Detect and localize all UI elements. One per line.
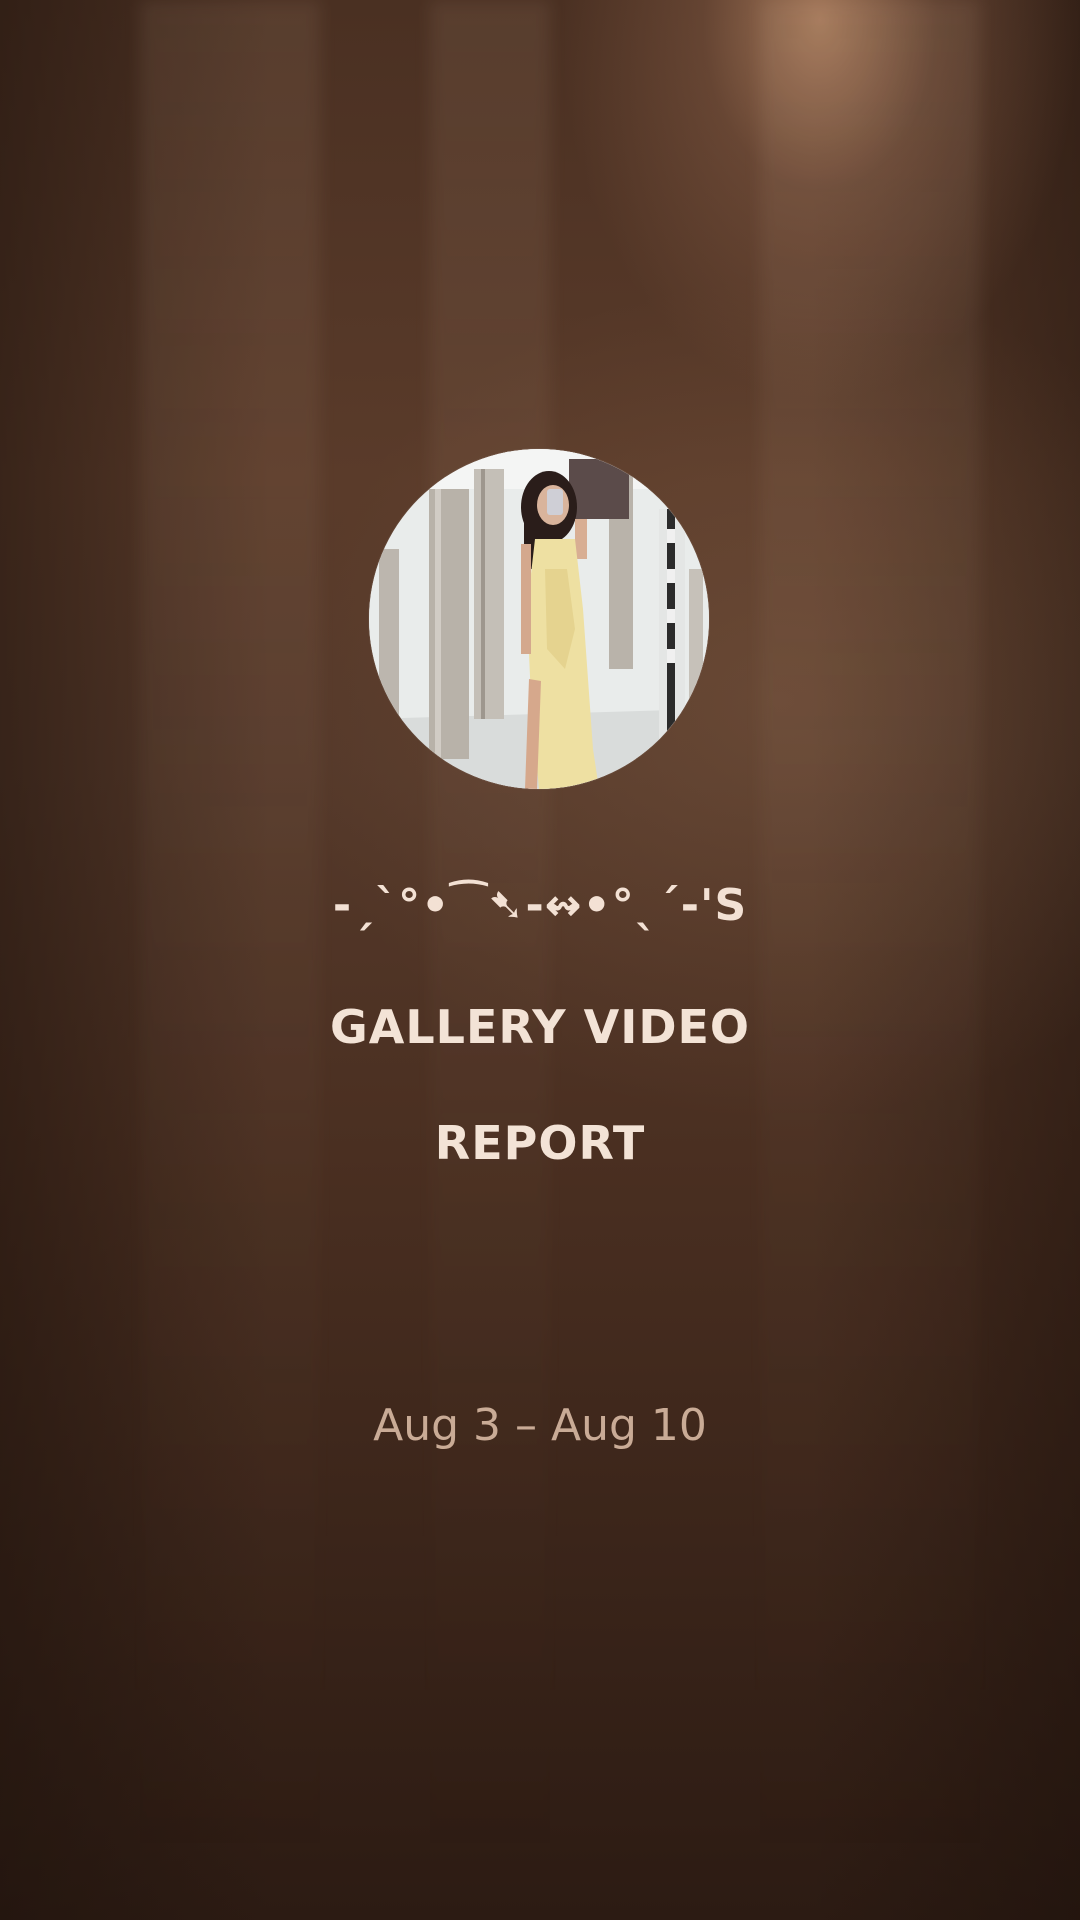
gallery-report-card: -ˏˋ°•⁀➷-↭•°ˎˊ-'S GALLERY VIDEO REPORT Au… — [0, 0, 1080, 1920]
report-title-line2: REPORT — [434, 1116, 646, 1170]
profile-name: -ˏˋ°•⁀➷-↭•°ˎˊ-'S — [332, 880, 748, 931]
avatar[interactable] — [369, 449, 709, 789]
report-title-line1: GALLERY VIDEO — [329, 1000, 751, 1054]
date-range: Aug 3 – Aug 10 — [373, 1400, 707, 1451]
profile-photo-icon — [369, 449, 709, 789]
